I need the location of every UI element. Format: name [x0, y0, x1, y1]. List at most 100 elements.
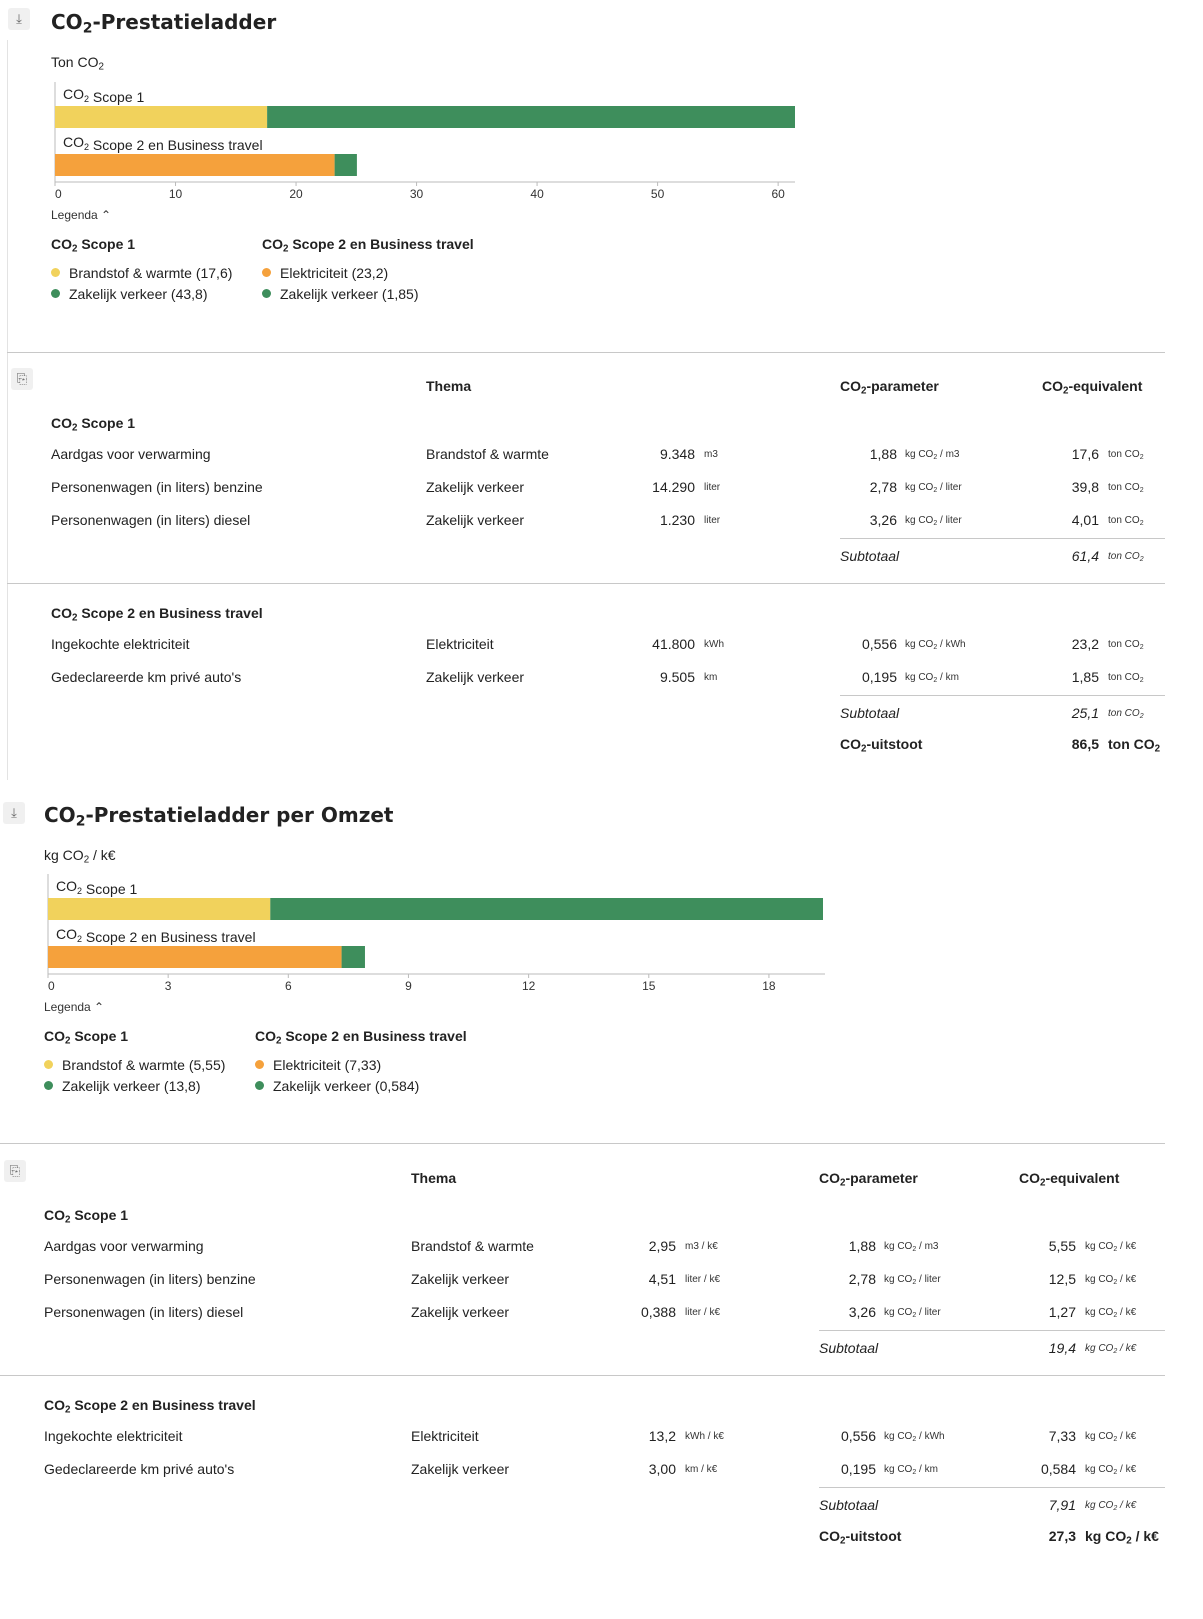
legend-item[interactable]: Zakelijk verkeer (0,584): [255, 1075, 467, 1096]
x-tick-label: 30: [410, 187, 424, 201]
legend-item[interactable]: Zakelijk verkeer (1,85): [262, 283, 474, 304]
subtotal-unit: ton CO2: [1108, 551, 1144, 563]
legend-item[interactable]: Elektriciteit (23,2): [262, 262, 474, 283]
row-quantity: 13,2: [648, 1428, 676, 1444]
x-tick-label: 0: [48, 979, 55, 993]
row-theme: Elektriciteit: [426, 636, 494, 652]
column-header-thema: Thema: [411, 1170, 457, 1186]
legend-group: CO2 Scope 1 Brandstof & warmte (5,55) Za…: [44, 1028, 225, 1096]
bar-chart: CO2 Scope 1 CO2 Scope 2 en Business trave…: [54, 82, 795, 201]
chart-unit-label: kg CO2 / k€: [44, 847, 116, 866]
row-theme: Zakelijk verkeer: [411, 1271, 510, 1287]
row-equivalent-unit: kg CO2 / k€: [1085, 1464, 1137, 1476]
chart-title: CO2-Prestatieladder per Omzet: [44, 803, 394, 830]
subtotal-label: Subtotaal: [840, 548, 900, 564]
column-header-equivalent: CO2-equivalent: [1019, 1170, 1120, 1189]
row-parameter: 2,78: [848, 1271, 876, 1287]
group-title: CO2 Scope 1: [51, 415, 136, 434]
x-tick-label: 60: [771, 187, 785, 201]
row-parameter-unit: kg CO2 / km: [905, 672, 959, 684]
total-label: CO2-uitstoot: [819, 1528, 902, 1547]
clipboard-icon[interactable]: ⎘: [11, 368, 33, 390]
legend-toggle[interactable]: Legenda ⌃: [44, 1000, 104, 1014]
subtotal-line: [840, 538, 1165, 539]
total-value: 86,5: [1071, 736, 1099, 752]
subtotal-unit: ton CO2: [1108, 708, 1144, 720]
row-quantity: 3,00: [648, 1461, 676, 1477]
group-title: CO2 Scope 2 en Business travel: [44, 1397, 256, 1416]
dot-icon: [44, 1081, 53, 1090]
row-parameter: 3,26: [869, 512, 897, 528]
column-header-equivalent: CO2-equivalent: [1042, 378, 1143, 397]
row-equivalent-unit: ton CO2: [1108, 672, 1144, 684]
legend-toggle[interactable]: Legenda ⌃: [51, 208, 111, 222]
divider: [7, 352, 1165, 353]
row-quantity-unit: liter / k€: [685, 1307, 721, 1318]
download-icon[interactable]: ⤓: [3, 802, 25, 824]
row-theme: Brandstof & warmte: [411, 1238, 534, 1254]
row-parameter: 2,78: [869, 479, 897, 495]
row-parameter: 0,195: [861, 669, 897, 685]
group-title: CO2 Scope 2 en Business travel: [51, 605, 263, 624]
divider: [7, 583, 1165, 584]
subtotal-value: 25,1: [1071, 705, 1099, 721]
row-quantity-unit: liter / k€: [685, 1274, 721, 1285]
row-quantity: 41.800: [652, 636, 695, 652]
legend-group-head: CO2 Scope 2 en Business travel: [255, 1028, 467, 1047]
dot-icon: [51, 268, 60, 277]
legend-item[interactable]: Elektriciteit (7,33): [255, 1054, 467, 1075]
subtotal-value: 7,91: [1048, 1497, 1076, 1513]
row-quantity: 9.348: [659, 446, 695, 462]
dot-icon: [262, 289, 271, 298]
row-parameter-unit: kg CO2 / liter: [905, 515, 962, 527]
row-equivalent: 12,5: [1048, 1271, 1076, 1287]
row-quantity: 2,95: [648, 1238, 676, 1254]
row-equivalent-unit: kg CO2 / k€: [1085, 1274, 1137, 1286]
row-name: Ingekochte elektriciteit: [51, 636, 190, 652]
bar-segment: [341, 946, 365, 968]
row-parameter: 0,556: [840, 1428, 876, 1444]
row-quantity-unit: kWh: [704, 639, 724, 650]
legend-group-head: CO2 Scope 1: [51, 236, 136, 255]
chart-title: CO2-Prestatieladder: [51, 10, 277, 37]
row-parameter: 0,556: [861, 636, 897, 652]
row-name: Gedeclareerde km privé auto's: [51, 669, 242, 685]
legend-item[interactable]: Zakelijk verkeer (43,8): [51, 283, 232, 304]
download-icon[interactable]: ⤓: [8, 8, 30, 30]
row-equivalent-unit: kg CO2 / k€: [1085, 1431, 1137, 1443]
clipboard-icon[interactable]: ⎘: [4, 1160, 26, 1182]
subtotal-unit: kg CO2 / k€: [1085, 1500, 1137, 1512]
bar-segment: [334, 154, 357, 176]
row-quantity-unit: m3: [704, 449, 718, 460]
row-quantity-unit: km / k€: [685, 1464, 718, 1475]
row-quantity: 14.290: [652, 479, 695, 495]
row-theme: Zakelijk verkeer: [411, 1461, 510, 1477]
legend-item[interactable]: Brandstof & warmte (17,6): [51, 262, 232, 283]
panel-border: [7, 40, 8, 780]
bar-segment: [48, 898, 271, 920]
row-parameter-unit: kg CO2 / kWh: [905, 639, 966, 651]
category-label: CO2 Scope 1: [63, 86, 144, 105]
total-value: 27,3: [1048, 1528, 1076, 1544]
legend-group-head: CO2 Scope 2 en Business travel: [262, 236, 474, 255]
row-parameter: 0,195: [840, 1461, 876, 1477]
row-parameter: 3,26: [848, 1304, 876, 1320]
subtotal-value: 61,4: [1071, 548, 1099, 564]
category-label: CO2 Scope 2 en Business travel: [63, 134, 263, 153]
row-parameter-unit: kg CO2 / liter: [884, 1307, 941, 1319]
chart-unit-label: Ton CO2: [51, 54, 104, 73]
subtotal-line: [819, 1330, 1165, 1331]
x-tick-label: 12: [522, 979, 536, 993]
subtotal-value: 19,4: [1048, 1340, 1076, 1356]
x-tick-label: 0: [55, 187, 62, 201]
total-label: CO2-uitstoot: [840, 736, 923, 755]
bar-segment: [48, 946, 342, 968]
legend-item[interactable]: Brandstof & warmte (5,55): [44, 1054, 225, 1075]
bar-chart: CO2 Scope 1 CO2 Scope 2 en Business trave…: [47, 874, 825, 993]
legend-item[interactable]: Zakelijk verkeer (13,8): [44, 1075, 225, 1096]
row-parameter-unit: kg CO2 / liter: [884, 1274, 941, 1286]
row-parameter-unit: kg CO2 / m3: [884, 1241, 939, 1253]
row-name: Aardgas voor verwarming: [51, 446, 211, 462]
x-tick-label: 20: [289, 187, 303, 201]
row-equivalent-unit: kg CO2 / k€: [1085, 1307, 1137, 1319]
